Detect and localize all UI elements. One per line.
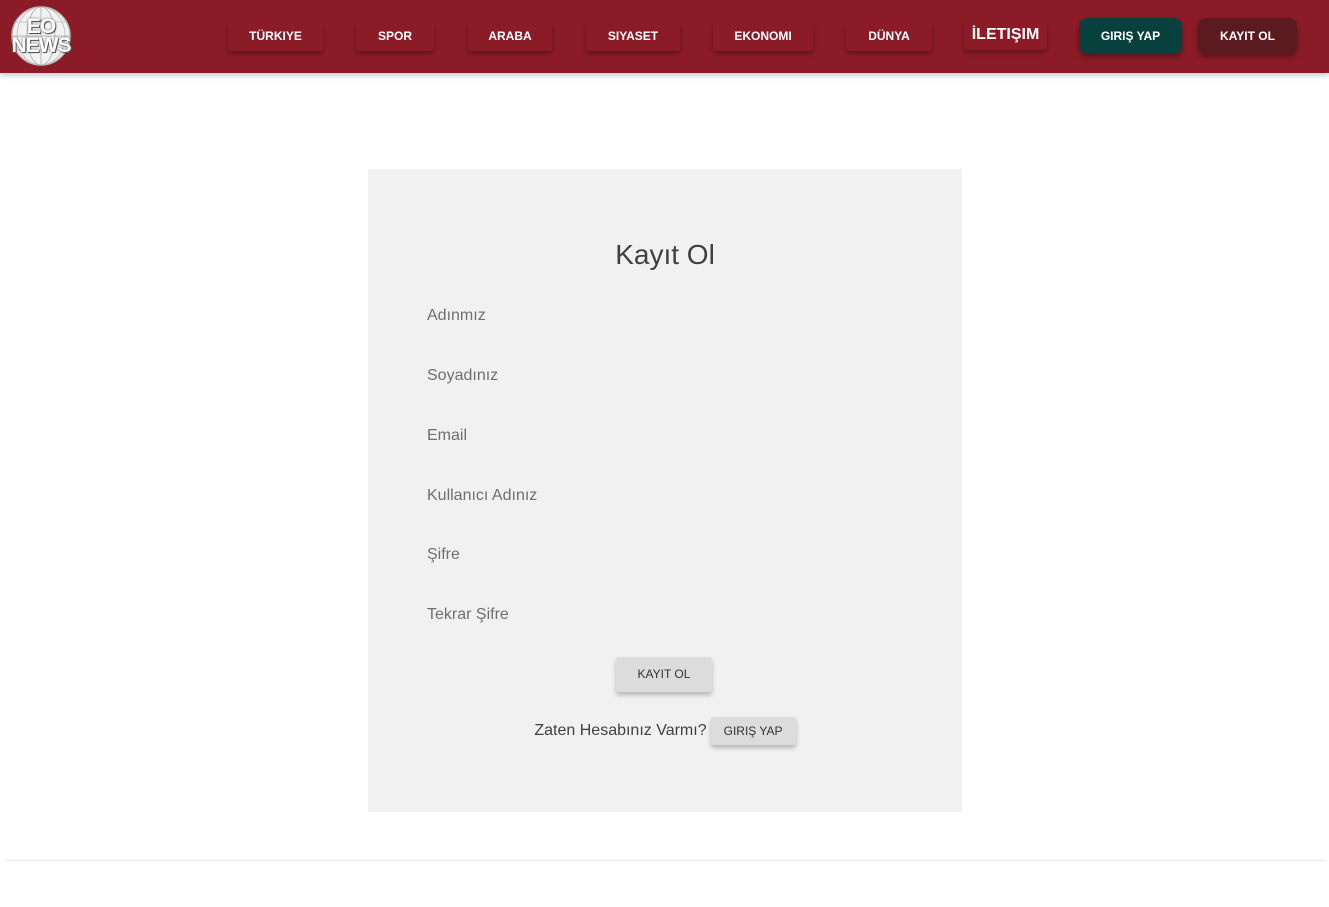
first-name-input[interactable] — [427, 301, 903, 331]
header-register-button[interactable]: KAYIT OL — [1198, 18, 1297, 54]
nav-item-iletisim[interactable]: İLETIŞIM — [964, 20, 1047, 50]
username-field — [427, 481, 903, 511]
password-repeat-input[interactable] — [427, 600, 903, 630]
site-logo[interactable]: EO NEWS — [8, 5, 74, 67]
nav-item-spor[interactable]: SPOR — [356, 21, 434, 51]
register-submit-button[interactable]: KAYIT OL — [616, 657, 712, 692]
card-login-button[interactable]: GIRIŞ YAP — [710, 717, 796, 745]
nav-item-araba[interactable]: ARABA — [468, 21, 552, 51]
nav-item-turkiye[interactable]: TÜRKIYE — [228, 21, 323, 51]
email-field — [427, 421, 903, 451]
last-name-input[interactable] — [427, 361, 903, 391]
nav-item-dunya[interactable]: DÜNYA — [846, 21, 932, 51]
last-name-field — [427, 361, 903, 391]
footer-divider — [5, 860, 1325, 861]
password-input[interactable] — [427, 540, 903, 570]
username-input[interactable] — [427, 481, 903, 511]
logo-text: EO NEWS — [8, 16, 74, 57]
top-navbar: EO NEWS TÜRKIYE SPOR ARABA SIYASET EKONO… — [0, 0, 1329, 73]
page-title: Kayıt Ol — [615, 239, 715, 270]
password-repeat-field — [427, 600, 903, 630]
password-field — [427, 540, 903, 570]
register-card: Kayıt Ol KAYIT OL Zaten Hesabınız Varmı?… — [368, 169, 962, 812]
first-name-field — [427, 301, 903, 331]
login-prompt-row: Zaten Hesabınız Varmı? GIRIŞ YAP — [368, 717, 962, 747]
have-account-text: Zaten Hesabınız Varmı? — [534, 722, 707, 739]
nav-item-siyaset[interactable]: SIYASET — [586, 21, 680, 51]
nav-item-ekonomi[interactable]: EKONOMI — [713, 21, 813, 51]
header-login-button[interactable]: GIRIŞ YAP — [1079, 18, 1182, 54]
email-input[interactable] — [427, 421, 903, 451]
logo-text-line2: NEWS — [11, 34, 72, 57]
